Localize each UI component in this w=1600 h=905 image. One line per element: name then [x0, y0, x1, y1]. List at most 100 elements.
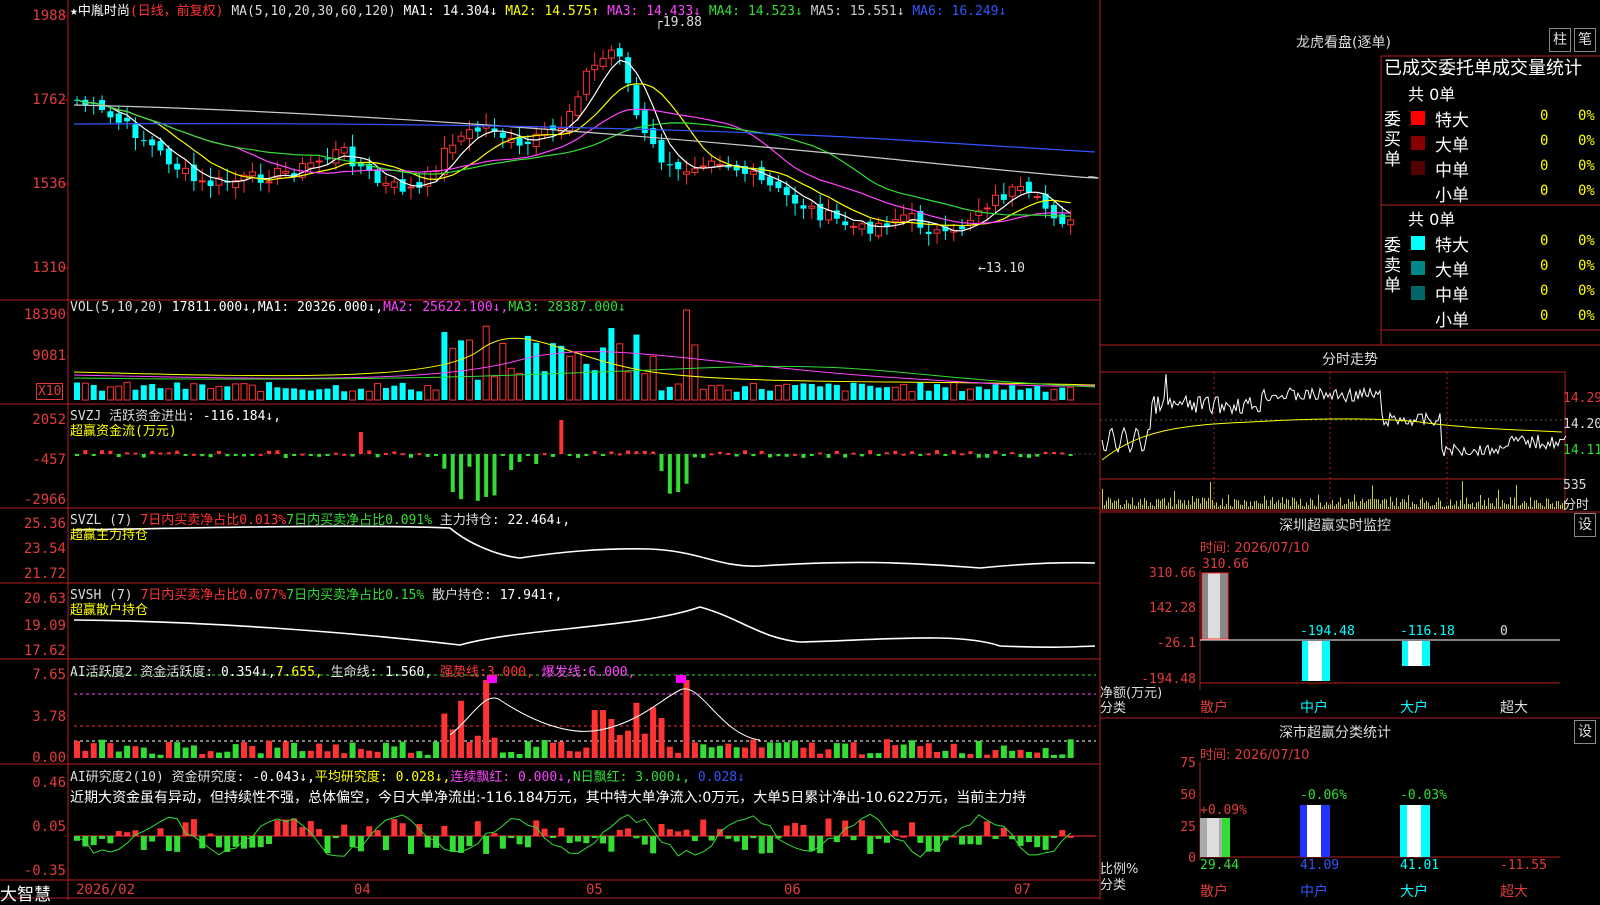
trend-vol-104 [1310, 498, 1311, 509]
svzj-bar-111 [1001, 454, 1006, 457]
vol-bar-41 [416, 391, 423, 400]
ai1-bar-112 [1009, 750, 1016, 758]
svzj-bar-33 [350, 454, 355, 457]
trend-vol-167 [1436, 501, 1437, 509]
svzj-bar-72 [676, 454, 681, 492]
ai2-bar-67 [633, 836, 640, 839]
trend-vol-148 [1398, 506, 1399, 509]
ai2-bar-70 [658, 823, 665, 836]
xaxis-label-4: 06 [784, 882, 801, 898]
vol-bar-12 [174, 382, 181, 400]
ai1-bar-59 [566, 751, 573, 758]
trend-vol-171 [1444, 506, 1445, 509]
ai1-bar-12 [174, 742, 181, 758]
svzj-bar-80 [743, 450, 747, 454]
trend-vol-7 [1116, 500, 1117, 509]
vol-unit-tag[interactable]: X10 [36, 383, 64, 400]
trend-vol-60 [1222, 498, 1223, 509]
svzj-bar-40 [409, 454, 413, 458]
ai2-bar-31 [332, 836, 339, 838]
vol-bar-61 [583, 363, 590, 400]
ai1-bar-3 [99, 739, 106, 758]
ai1-bar-25 [282, 741, 289, 758]
trend-vol-135 [1372, 485, 1373, 509]
vol-bar-24 [274, 387, 281, 400]
ai2-bar-43 [433, 836, 440, 848]
vol-bar-8 [140, 385, 147, 400]
class-settings-button[interactable]: 设 [1574, 720, 1596, 744]
ai2-bar-27 [299, 827, 306, 836]
svzj-bar-6 [125, 452, 130, 455]
class-xlabel: 分类 [1100, 878, 1127, 893]
star-icon[interactable]: ★ [70, 4, 78, 19]
ai1-bar-98 [892, 745, 899, 758]
vol-bar-114 [1025, 388, 1032, 400]
bar-mode-button[interactable]: 柱 [1549, 28, 1571, 52]
trend-vol-57 [1216, 502, 1217, 509]
trend-vol-185 [1472, 502, 1473, 509]
trend-vol-195 [1492, 503, 1493, 509]
trend-vol-176 [1454, 504, 1455, 509]
trend-vol-193 [1488, 497, 1489, 509]
vol-bar-6 [123, 381, 131, 401]
ai2-bar-59 [566, 836, 573, 843]
vol-bar-69 [649, 355, 657, 401]
ai1-bar-24 [274, 747, 281, 758]
ai1-bar-90 [825, 749, 832, 758]
buy_rows-pct-2: 0% [1578, 158, 1595, 174]
candle-body-74 [691, 168, 699, 174]
vol-bar-112 [1009, 385, 1016, 400]
ai2-bar-76 [708, 836, 715, 841]
ai1-bar-101 [917, 746, 924, 758]
buy_rows-pct-1: 0% [1578, 133, 1595, 149]
ai1-bar-86 [792, 740, 799, 758]
candle-body-103 [933, 229, 941, 234]
ai1-bar-55 [533, 746, 540, 758]
candle-body-5 [115, 113, 122, 123]
chart-canvas[interactable] [0, 0, 1600, 900]
trend-vol-226 [1554, 506, 1555, 509]
vol-bar-21 [248, 384, 256, 401]
svzj-bar-64 [609, 451, 614, 454]
ai1-bar-29 [316, 743, 323, 758]
trend-vol-121 [1344, 504, 1345, 509]
ai1-bar-53 [516, 754, 523, 758]
ai1-bar-95 [867, 753, 874, 758]
svzj-bar-45 [450, 454, 455, 492]
ai1-bar-30 [324, 751, 331, 758]
buy_rows-value-0: 0 [1540, 108, 1549, 124]
trend-vol-149 [1400, 502, 1401, 509]
trend-vol-201 [1504, 503, 1505, 509]
brand-logo[interactable]: 大智慧 [0, 880, 51, 905]
svzj-bar-25 [283, 454, 288, 458]
candle-body-65 [616, 48, 623, 57]
monitor-settings-button[interactable]: 设 [1574, 513, 1596, 537]
trend-vol-170 [1442, 506, 1443, 509]
svzj-bar-66 [626, 450, 631, 454]
ai1-bar-47 [466, 742, 473, 758]
ai2-bar-4 [107, 836, 114, 844]
svzj-bar-16 [208, 454, 213, 458]
ai1-bar-78 [725, 743, 732, 758]
ai2-bar-72 [675, 831, 682, 836]
ai2-bar-93 [850, 836, 857, 841]
trend-vol-10 [1122, 506, 1123, 509]
cls-top-2: -0.06% [1300, 788, 1347, 803]
ai1-bar-34 [357, 748, 364, 758]
trend-vol-116 [1334, 506, 1335, 509]
trend-vol-94 [1290, 506, 1291, 509]
candle-body-115 [1033, 195, 1041, 198]
yaxis-svzl-2: 23.54 [23, 541, 66, 557]
sell_rows-value-1: 0 [1540, 258, 1549, 274]
candle-body-73 [683, 171, 691, 175]
trend-vol-118 [1338, 501, 1339, 509]
candle-body-4 [107, 111, 114, 118]
tick-mode-button[interactable]: 笔 [1574, 28, 1596, 52]
ma-legend-4: MA4: 14.523↓ [708, 4, 803, 19]
ai2-bar-115 [1034, 836, 1041, 848]
ai2-bar-22 [257, 836, 264, 848]
trend-vol-174 [1450, 499, 1451, 509]
vol-bar-60 [574, 351, 582, 401]
trend-vol-191 [1484, 499, 1485, 509]
trend-vol-100 [1302, 505, 1303, 509]
